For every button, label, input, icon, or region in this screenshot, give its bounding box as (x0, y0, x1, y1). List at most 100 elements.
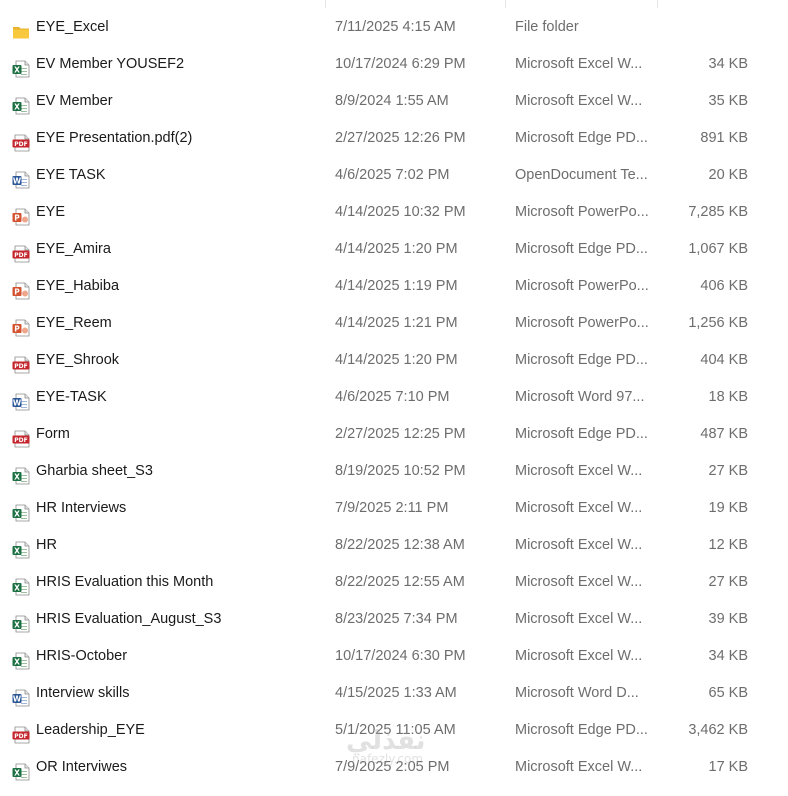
column-divider[interactable] (325, 0, 326, 8)
word-icon: W (12, 685, 30, 707)
svg-text:PDF: PDF (14, 437, 27, 444)
file-list: EYE_Excel 7/11/2025 4:15 AM File folder X EV… (0, 0, 788, 786)
file-name: Leadership_EYE (36, 722, 145, 738)
svg-text:X: X (14, 509, 20, 518)
file-date-modified: 8/23/2025 7:34 PM (335, 611, 458, 627)
file-size: 12 KB (708, 537, 749, 553)
file-row[interactable]: P EYE 4/14/2025 10:32 PM Microsoft PowerPo.… (0, 194, 788, 231)
file-date-modified: 2/27/2025 12:25 PM (335, 426, 466, 442)
excel-icon: X (12, 611, 30, 633)
file-name: EV Member (36, 93, 113, 109)
svg-text:X: X (14, 546, 20, 555)
file-size: 39 KB (708, 611, 749, 627)
file-type: Microsoft PowerPo... (515, 315, 649, 331)
file-type: Microsoft Excel W... (515, 611, 643, 627)
svg-text:P: P (14, 213, 20, 222)
folder-icon (12, 19, 30, 39)
file-name: EYE_Excel (36, 19, 109, 35)
file-name: EYE (36, 204, 66, 220)
excel-icon: X (12, 500, 30, 522)
file-row[interactable]: X HRIS Evaluation_August_S3 8/23/2025 7:34… (0, 601, 788, 638)
file-type: Microsoft Excel W... (515, 463, 643, 479)
excel-icon: X (12, 93, 30, 115)
file-name: EYE_Reem (36, 315, 112, 331)
file-row[interactable]: PDF EYE_Amira 4/14/2025 1:20 PM Microsoft E… (0, 231, 788, 268)
pdf-icon: PDF (12, 352, 30, 374)
file-name: EV Member YOUSEF2 (36, 56, 185, 72)
file-row[interactable]: X EV Member 8/9/2024 1:55 AM Microsoft Exce… (0, 83, 788, 120)
file-date-modified: 4/6/2025 7:10 PM (335, 389, 450, 405)
file-date-modified: 4/15/2025 1:33 AM (335, 685, 457, 701)
file-size: 65 KB (708, 685, 749, 701)
file-date-modified: 4/14/2025 1:21 PM (335, 315, 458, 331)
svg-text:X: X (14, 472, 20, 481)
file-row[interactable]: P EYE_Habiba 4/14/2025 1:19 PM Microsoft Po… (0, 268, 788, 305)
file-name: EYE Presentation.pdf(2) (36, 130, 193, 146)
svg-text:PDF: PDF (14, 252, 27, 259)
file-row[interactable]: P EYE_Reem 4/14/2025 1:21 PM Microsoft Powe… (0, 305, 788, 342)
excel-icon: X (12, 759, 30, 781)
file-name: HR Interviews (36, 500, 127, 516)
file-row[interactable]: PDF Leadership_EYE 5/1/2025 11:05 AM Micros… (0, 712, 788, 749)
file-date-modified: 7/9/2025 2:05 PM (335, 759, 450, 775)
file-size: 891 KB (700, 130, 748, 146)
file-date-modified: 8/19/2025 10:52 PM (335, 463, 466, 479)
file-row[interactable]: X HR Interviews 7/9/2025 2:11 PM Microsoft … (0, 490, 788, 527)
file-type: Microsoft Edge PD... (515, 130, 648, 146)
file-name: Form (36, 426, 70, 442)
pdf-icon: PDF (12, 722, 30, 744)
file-row[interactable]: X EV Member YOUSEF2 10/17/2024 6:29 PM Micr… (0, 46, 788, 83)
file-date-modified: 10/17/2024 6:29 PM (335, 56, 466, 72)
file-type: Microsoft Excel W... (515, 537, 643, 553)
svg-text:PDF: PDF (14, 141, 27, 148)
file-row[interactable]: W EYE TASK 4/6/2025 7:02 PM OpenDocument Te… (0, 157, 788, 194)
file-row[interactable]: X Gharbia sheet_S3 8/19/2025 10:52 PM Micro… (0, 453, 788, 490)
file-date-modified: 10/17/2024 6:30 PM (335, 648, 466, 664)
file-row[interactable]: EYE_Excel 7/11/2025 4:15 AM File folder (0, 0, 788, 46)
file-row[interactable]: PDF EYE Presentation.pdf(2) 2/27/2025 12:2… (0, 120, 788, 157)
file-row[interactable]: X OR Interviwes 7/9/2025 2:05 PM Microsoft … (0, 749, 788, 786)
svg-text:W: W (13, 694, 22, 703)
powerpoint-icon: P (12, 315, 30, 337)
file-type: Microsoft PowerPo... (515, 278, 649, 294)
file-row[interactable]: X HRIS Evaluation this Month 8/22/2025 12:… (0, 564, 788, 601)
file-type: Microsoft Word D... (515, 685, 639, 701)
excel-icon: X (12, 648, 30, 670)
file-type: File folder (515, 19, 579, 35)
column-divider[interactable] (505, 0, 506, 8)
file-type: Microsoft Edge PD... (515, 241, 648, 257)
file-row[interactable]: X HR 8/22/2025 12:38 AM Microsoft Excel W..… (0, 527, 788, 564)
excel-icon: X (12, 537, 30, 559)
svg-text:X: X (14, 65, 20, 74)
file-type: Microsoft Excel W... (515, 500, 643, 516)
file-date-modified: 4/14/2025 1:20 PM (335, 241, 458, 257)
svg-text:X: X (14, 768, 20, 777)
word-icon: W (12, 389, 30, 411)
file-type: Microsoft PowerPo... (515, 204, 649, 220)
file-date-modified: 4/14/2025 10:32 PM (335, 204, 466, 220)
file-size: 35 KB (708, 93, 749, 109)
file-date-modified: 7/11/2025 4:15 AM (335, 19, 456, 35)
file-row[interactable]: W Interview skills 4/15/2025 1:33 AM Micros… (0, 675, 788, 712)
svg-text:X: X (14, 620, 20, 629)
file-size: 404 KB (700, 352, 748, 368)
file-date-modified: 8/9/2024 1:55 AM (335, 93, 449, 109)
file-name: Gharbia sheet_S3 (36, 463, 153, 479)
file-type: OpenDocument Te... (515, 167, 648, 183)
file-type: Microsoft Excel W... (515, 93, 643, 109)
svg-text:P: P (14, 287, 20, 296)
file-row[interactable]: W EYE-TASK 4/6/2025 7:10 PM Microsoft Word … (0, 379, 788, 416)
file-row[interactable]: PDF EYE_Shrook 4/14/2025 1:20 PM Microsoft … (0, 342, 788, 379)
file-size: 487 KB (700, 426, 748, 442)
column-divider[interactable] (657, 0, 658, 8)
file-date-modified: 7/9/2025 2:11 PM (335, 500, 449, 516)
file-name: EYE_Habiba (36, 278, 120, 294)
file-size: 7,285 KB (688, 204, 748, 220)
file-name: HRIS Evaluation this Month (36, 574, 214, 590)
excel-icon: X (12, 463, 30, 485)
file-type: Microsoft Excel W... (515, 759, 643, 775)
file-row[interactable]: PDF Form 2/27/2025 12:25 PM Microsoft Edge … (0, 416, 788, 453)
file-size: 1,067 KB (688, 241, 748, 257)
file-date-modified: 5/1/2025 11:05 AM (335, 722, 456, 738)
file-row[interactable]: X HRIS-October 10/17/2024 6:30 PM Microsoft… (0, 638, 788, 675)
